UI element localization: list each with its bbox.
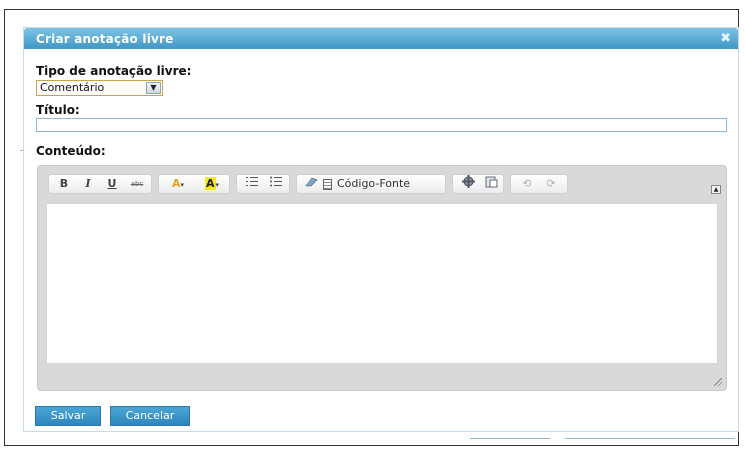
close-icon[interactable]: ✖ bbox=[720, 31, 731, 46]
strike-icon[interactable]: abc bbox=[127, 175, 147, 193]
content-editor-area[interactable] bbox=[46, 203, 718, 364]
source-group: Código-Fonte bbox=[296, 174, 446, 194]
bullet-list-icon[interactable] bbox=[267, 175, 285, 193]
maximize-icon[interactable]: ▲ bbox=[711, 185, 721, 194]
dialog-title: Criar anotação livre bbox=[36, 32, 174, 46]
undo-icon[interactable]: ⟲ bbox=[517, 175, 537, 193]
title-input[interactable] bbox=[36, 118, 727, 132]
type-select-value: Comentário bbox=[40, 81, 105, 94]
italic-icon[interactable]: I bbox=[79, 175, 97, 193]
plugin-icon[interactable] bbox=[459, 175, 477, 193]
list-group bbox=[236, 174, 290, 194]
title-label: Título: bbox=[36, 103, 80, 117]
chevron-down-icon[interactable]: ▼ bbox=[146, 82, 161, 94]
source-code-icon bbox=[323, 178, 332, 190]
history-group: ⟲ ⟳ bbox=[510, 174, 568, 194]
type-label: Tipo de anotação livre: bbox=[36, 64, 192, 78]
cancel-button[interactable]: Cancelar bbox=[110, 406, 190, 426]
underline-icon[interactable]: U bbox=[103, 175, 121, 193]
plugin-group bbox=[452, 174, 504, 194]
resize-grip-icon[interactable] bbox=[712, 376, 722, 386]
background-decoration bbox=[565, 438, 735, 439]
background-decoration bbox=[470, 438, 550, 439]
dialog-titlebar[interactable]: Criar anotação livre ✖ bbox=[24, 28, 738, 49]
color-group: A▾ A▾ bbox=[158, 174, 230, 194]
source-code-label: Código-Fonte bbox=[337, 177, 411, 190]
bold-icon[interactable]: B bbox=[55, 175, 73, 193]
source-code-button[interactable]: Código-Fonte bbox=[323, 175, 443, 193]
ordered-list-icon[interactable] bbox=[243, 175, 261, 193]
content-label: Conteúdo: bbox=[36, 144, 106, 158]
highlight-color-icon[interactable]: A▾ bbox=[197, 175, 227, 193]
redo-icon[interactable]: ⟳ bbox=[541, 175, 561, 193]
format-group: B I U abc bbox=[48, 174, 152, 194]
rich-text-editor: B I U abc A▾ A▾ Código-Fonte ⟲ ⟳ ▲ bbox=[37, 165, 727, 391]
eraser-icon[interactable] bbox=[302, 175, 320, 193]
font-color-icon[interactable]: A▾ bbox=[163, 175, 193, 193]
create-note-dialog: Criar anotação livre ✖ Tipo de anotação … bbox=[23, 27, 739, 432]
save-button[interactable]: Salvar bbox=[35, 406, 101, 426]
type-select[interactable]: Comentário ▼ bbox=[36, 80, 163, 96]
editor-toolbar: B I U abc A▾ A▾ Código-Fonte ⟲ ⟳ ▲ bbox=[38, 166, 726, 202]
paste-icon[interactable] bbox=[482, 175, 500, 193]
